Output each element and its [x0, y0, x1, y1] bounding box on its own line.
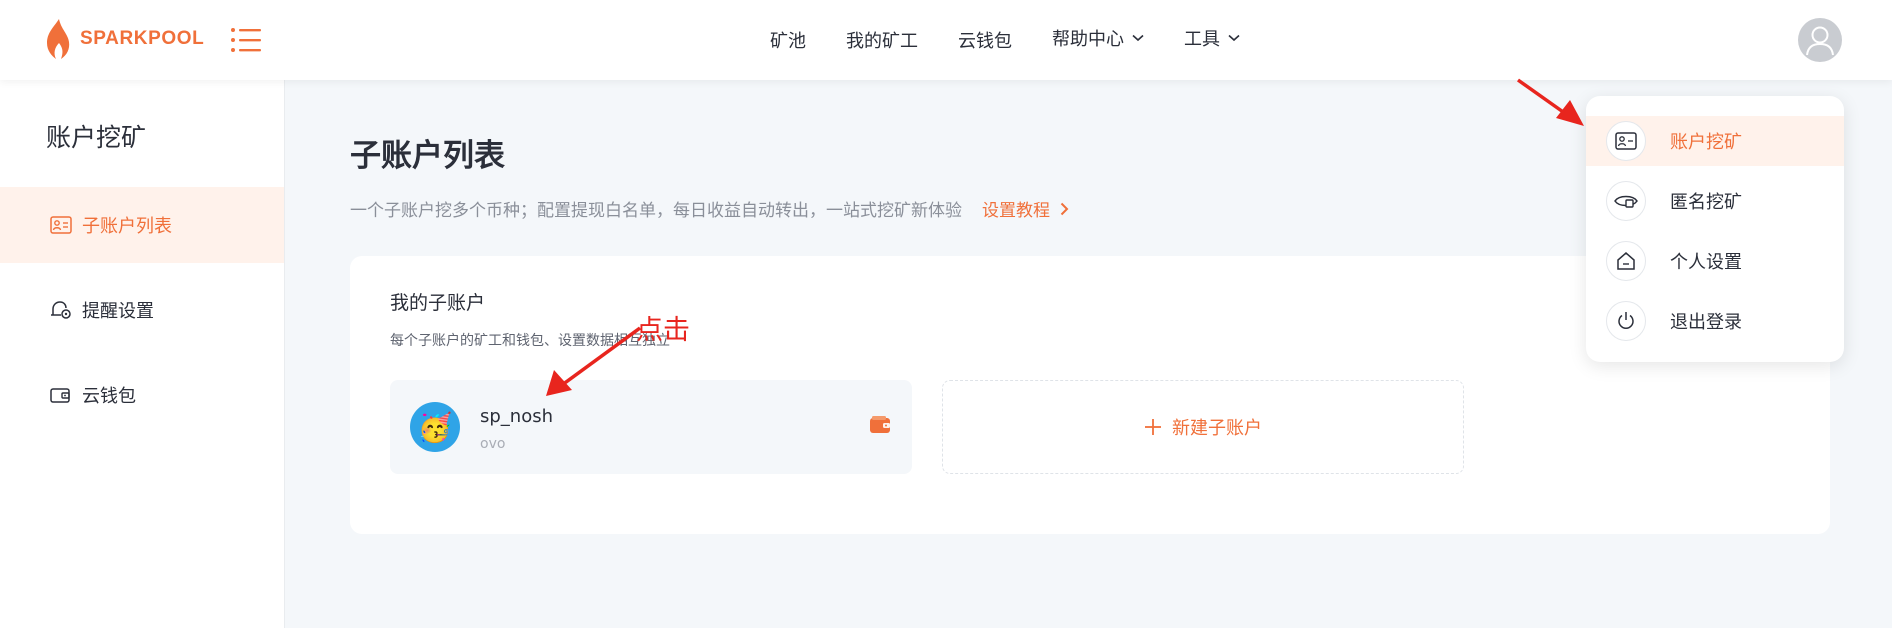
- page-subtitle-text: 一个子账户挖多个币种；配置提现白名单，每日收益自动转出，一站式挖矿新体验: [350, 201, 962, 221]
- nav-my-miners-label: 我的矿工: [846, 31, 918, 52]
- dropdown-item-personal-settings[interactable]: 个人设置: [1586, 236, 1844, 286]
- sidebar-item-alert-settings[interactable]: 提醒设置: [0, 272, 284, 348]
- new-sub-account-label: 新建子账户: [1172, 418, 1262, 439]
- nav-tools-label: 工具: [1184, 29, 1220, 50]
- nav-tools[interactable]: 工具: [1184, 25, 1240, 51]
- sub-account-item[interactable]: 🥳 sp_nosh ovo: [390, 380, 912, 474]
- new-sub-account-button[interactable]: 新建子账户: [942, 380, 1464, 474]
- user-avatar[interactable]: [1798, 18, 1842, 62]
- chevron-right-icon: [1060, 202, 1069, 215]
- nav-cloud-wallet-label: 云钱包: [958, 31, 1012, 52]
- brand-name: SPARKPOOL: [80, 28, 205, 49]
- wallet-icon: [50, 388, 70, 403]
- top-header: SPARKPOOL 矿池 我的矿工 云钱包 帮助中心 工具: [0, 0, 1892, 80]
- sparkpool-logo[interactable]: SPARKPOOL: [44, 18, 204, 60]
- dropdown-item-account-mining[interactable]: 账户挖矿: [1586, 116, 1844, 166]
- dropdown-item-label: 匿名挖矿: [1670, 192, 1742, 213]
- card-title: 我的子账户: [390, 292, 486, 314]
- sidebar-title: 账户挖矿: [46, 123, 147, 152]
- sub-account-note: ovo: [480, 436, 506, 452]
- power-icon: [1606, 301, 1646, 341]
- sub-account-avatar: 🥳: [410, 402, 460, 452]
- sidebar: 账户挖矿 子账户列表 提醒设置 云钱包: [0, 80, 285, 628]
- sidebar-item-cloud-wallet[interactable]: 云钱包: [0, 357, 284, 433]
- dropdown-item-logout[interactable]: 退出登录: [1586, 296, 1844, 346]
- dropdown-item-label: 退出登录: [1670, 312, 1742, 333]
- annotation-click-label: 点击: [636, 315, 690, 346]
- page-title: 子账户列表: [350, 138, 505, 174]
- nav-pool-label: 矿池: [770, 31, 806, 52]
- page-subtitle: 一个子账户挖多个币种；配置提现白名单，每日收益自动转出，一站式挖矿新体验 设置教…: [350, 196, 1069, 221]
- sub-account-name: sp_nosh: [480, 406, 554, 427]
- menu-toggle-icon[interactable]: [230, 26, 262, 54]
- dropdown-item-label: 个人设置: [1670, 252, 1742, 273]
- plus-icon: [1145, 419, 1161, 435]
- home-icon: [1606, 241, 1646, 281]
- sidebar-item-label: 云钱包: [82, 386, 136, 407]
- card-subtitle: 每个子账户的矿工和钱包、设置数据相互独立: [390, 333, 670, 349]
- main-nav: 矿池 我的矿工 云钱包 帮助中心 工具: [770, 0, 1280, 80]
- sidebar-item-label: 提醒设置: [82, 301, 154, 322]
- dropdown-item-label: 账户挖矿: [1670, 132, 1742, 153]
- nav-cloud-wallet[interactable]: 云钱包: [958, 27, 1012, 53]
- chevron-down-icon: [1228, 34, 1240, 42]
- flame-logo-icon: [47, 19, 70, 59]
- user-avatar-icon: [1806, 26, 1834, 56]
- tutorial-link-label: 设置教程: [982, 201, 1050, 221]
- tutorial-link[interactable]: 设置教程: [982, 196, 1069, 221]
- id-card-icon: [50, 216, 72, 234]
- bell-settings-icon: [51, 301, 71, 319]
- id-card-icon: [1606, 121, 1646, 161]
- sidebar-item-label: 子账户列表: [82, 216, 172, 237]
- wallet-icon[interactable]: [870, 416, 890, 434]
- nav-help-center-label: 帮助中心: [1052, 29, 1124, 50]
- nav-pool[interactable]: 矿池: [770, 27, 806, 53]
- chevron-down-icon: [1132, 34, 1144, 42]
- sidebar-item-sub-accounts[interactable]: 子账户列表: [0, 187, 284, 263]
- arrow-to-account-mining-icon: [1516, 78, 1584, 126]
- nav-my-miners[interactable]: 我的矿工: [846, 27, 918, 53]
- anonymous-icon: [1606, 181, 1646, 221]
- user-dropdown-menu: 账户挖矿 匿名挖矿 个人设置 退出登录: [1586, 96, 1844, 362]
- nav-help-center[interactable]: 帮助中心: [1052, 25, 1144, 51]
- dropdown-item-anonymous-mining[interactable]: 匿名挖矿: [1586, 176, 1844, 226]
